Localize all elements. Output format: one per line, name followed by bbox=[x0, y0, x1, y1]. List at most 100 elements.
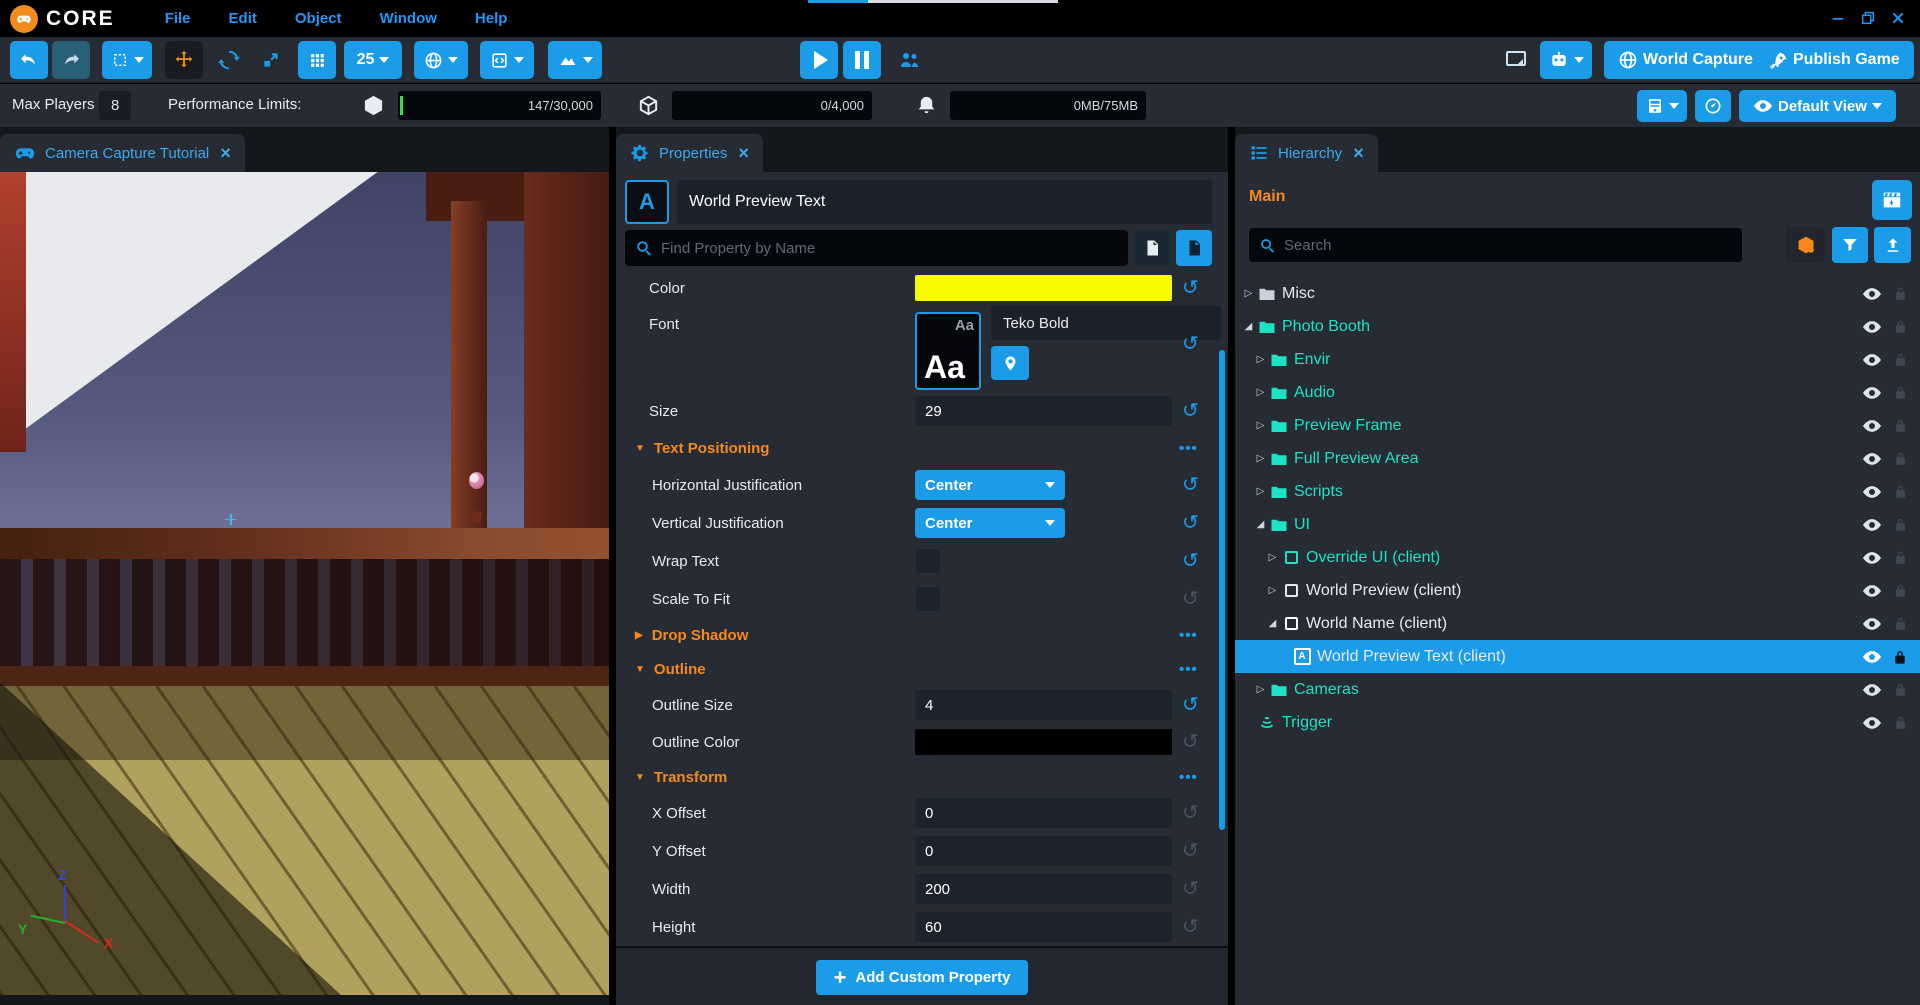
lock-icon[interactable] bbox=[1893, 286, 1908, 301]
export-button[interactable] bbox=[1874, 227, 1911, 263]
tab-hierarchy[interactable]: Hierarchy × bbox=[1235, 134, 1378, 172]
add-custom-property-button[interactable]: + Add Custom Property bbox=[816, 960, 1029, 995]
height-input[interactable] bbox=[915, 912, 1172, 942]
restore-button[interactable] bbox=[1858, 8, 1878, 28]
lock-icon[interactable] bbox=[1893, 715, 1908, 730]
expander-expanded-icon[interactable]: ◢ bbox=[1265, 618, 1280, 629]
eye-icon[interactable] bbox=[1862, 515, 1882, 535]
section-text-positioning[interactable]: ▼ Text Positioning ••• bbox=[616, 430, 1212, 466]
world-capture-button[interactable]: World Capture bbox=[1604, 41, 1767, 79]
lock-icon[interactable] bbox=[1893, 352, 1908, 367]
eye-icon[interactable] bbox=[1862, 713, 1882, 733]
expander-expanded-icon[interactable]: ◢ bbox=[1241, 321, 1256, 332]
y-offset-input[interactable] bbox=[915, 836, 1172, 866]
tree-row[interactable]: ▷ Preview Frame bbox=[1235, 409, 1920, 442]
section-outline[interactable]: ▼ Outline ••• bbox=[616, 652, 1212, 686]
section-menu-icon[interactable]: ••• bbox=[1179, 627, 1198, 644]
x-offset-input[interactable] bbox=[915, 798, 1172, 828]
play-button[interactable] bbox=[800, 41, 838, 79]
close-tab-icon[interactable]: × bbox=[220, 143, 231, 164]
property-search-input[interactable] bbox=[661, 240, 1118, 257]
copy-properties-button[interactable] bbox=[1134, 230, 1170, 266]
move-tool-button[interactable] bbox=[165, 41, 203, 79]
lock-icon[interactable] bbox=[1893, 682, 1908, 697]
size-input[interactable] bbox=[915, 396, 1172, 426]
lock-icon[interactable] bbox=[1893, 616, 1908, 631]
tree-row[interactable]: ◢ UI bbox=[1235, 508, 1920, 541]
section-menu-icon[interactable]: ••• bbox=[1179, 661, 1198, 678]
tree-row[interactable]: ▷ Override UI (client) bbox=[1235, 541, 1920, 574]
reset-icon[interactable]: ↺ bbox=[1182, 589, 1199, 609]
expander-collapsed-icon[interactable]: ▷ bbox=[1253, 486, 1268, 497]
rotate-tool-button[interactable] bbox=[210, 41, 248, 79]
menu-help[interactable]: Help bbox=[463, 6, 520, 31]
paste-properties-button[interactable] bbox=[1176, 230, 1212, 266]
lock-icon[interactable] bbox=[1893, 385, 1908, 400]
multiplayer-preview-button[interactable] bbox=[890, 41, 930, 79]
scale-tool-button[interactable] bbox=[252, 41, 290, 79]
tree-row[interactable]: ◢ Photo Booth bbox=[1235, 310, 1920, 343]
lock-icon[interactable] bbox=[1893, 451, 1908, 466]
reset-icon[interactable]: ↺ bbox=[1182, 841, 1199, 861]
reset-icon[interactable]: ↺ bbox=[1182, 917, 1199, 937]
undo-button[interactable] bbox=[10, 41, 48, 79]
eye-icon[interactable] bbox=[1862, 449, 1882, 469]
font-picker-button[interactable] bbox=[991, 346, 1029, 380]
tree-row[interactable]: ▷ Scripts bbox=[1235, 475, 1920, 508]
reset-icon[interactable]: ↺ bbox=[1182, 803, 1199, 823]
reset-icon[interactable]: ↺ bbox=[1182, 513, 1199, 533]
object-name-input[interactable] bbox=[677, 180, 1212, 224]
width-input[interactable] bbox=[915, 874, 1172, 904]
lock-icon[interactable] bbox=[1893, 517, 1908, 532]
scale-to-fit-checkbox[interactable] bbox=[915, 586, 941, 612]
reset-icon[interactable]: ↺ bbox=[1182, 879, 1199, 899]
expander-collapsed-icon[interactable]: ▷ bbox=[1265, 585, 1280, 596]
lock-icon[interactable] bbox=[1893, 484, 1908, 499]
lock-icon[interactable] bbox=[1893, 319, 1908, 334]
tab-properties[interactable]: Properties × bbox=[616, 134, 763, 172]
menu-window[interactable]: Window bbox=[368, 6, 449, 31]
tree-row[interactable]: ▷ Audio bbox=[1235, 376, 1920, 409]
eye-icon[interactable] bbox=[1862, 581, 1882, 601]
wrap-text-checkbox[interactable] bbox=[915, 548, 941, 574]
expander-collapsed-icon[interactable]: ▷ bbox=[1253, 684, 1268, 695]
menu-edit[interactable]: Edit bbox=[217, 6, 269, 31]
snap-size-dropdown[interactable]: 25 bbox=[344, 41, 402, 79]
expander-collapsed-icon[interactable]: ▷ bbox=[1253, 387, 1268, 398]
properties-scrollbar[interactable] bbox=[1219, 350, 1225, 830]
tree-row[interactable]: ▷ Cameras bbox=[1235, 673, 1920, 706]
pause-button[interactable] bbox=[843, 41, 881, 79]
eye-icon[interactable] bbox=[1862, 416, 1882, 436]
eye-icon[interactable] bbox=[1862, 647, 1882, 667]
tree-row[interactable]: ▷ World Preview (client) bbox=[1235, 574, 1920, 607]
reset-icon[interactable]: ↺ bbox=[1182, 334, 1199, 354]
bot-tools-dropdown[interactable] bbox=[1540, 41, 1592, 79]
menu-object[interactable]: Object bbox=[283, 6, 354, 31]
max-players-value[interactable]: 8 bbox=[99, 91, 131, 120]
tree-row[interactable]: Trigger bbox=[1235, 706, 1920, 739]
eye-icon[interactable] bbox=[1862, 482, 1882, 502]
close-button[interactable] bbox=[1888, 8, 1908, 28]
screen-share-button[interactable] bbox=[1498, 41, 1534, 79]
tree-row[interactable]: ▷ Full Preview Area bbox=[1235, 442, 1920, 475]
script-dropdown[interactable] bbox=[480, 41, 534, 79]
expander-collapsed-icon[interactable]: ▷ bbox=[1253, 354, 1268, 365]
lock-icon[interactable] bbox=[1893, 583, 1908, 598]
reset-icon[interactable]: ↺ bbox=[1182, 401, 1199, 421]
select-tool-dropdown[interactable] bbox=[102, 41, 152, 79]
performance-gauge-button[interactable] bbox=[1695, 90, 1731, 122]
grid-snap-button[interactable] bbox=[298, 41, 336, 79]
eye-icon[interactable] bbox=[1862, 614, 1882, 634]
h-just-dropdown[interactable]: Center bbox=[915, 470, 1065, 500]
reset-icon[interactable]: ↺ bbox=[1182, 278, 1199, 298]
eye-icon[interactable] bbox=[1862, 284, 1882, 304]
lock-icon[interactable] bbox=[1892, 649, 1908, 665]
tree-row[interactable]: ▷ Misc bbox=[1235, 277, 1920, 310]
section-transform[interactable]: ▼ Transform ••• bbox=[616, 760, 1212, 794]
expander-expanded-icon[interactable]: ◢ bbox=[1253, 519, 1268, 530]
world-settings-dropdown[interactable] bbox=[414, 41, 468, 79]
font-preview-box[interactable]: Aa Aa bbox=[915, 312, 981, 390]
eye-icon[interactable] bbox=[1862, 680, 1882, 700]
hierarchy-search-input[interactable] bbox=[1284, 237, 1732, 254]
reset-icon[interactable]: ↺ bbox=[1182, 551, 1199, 571]
